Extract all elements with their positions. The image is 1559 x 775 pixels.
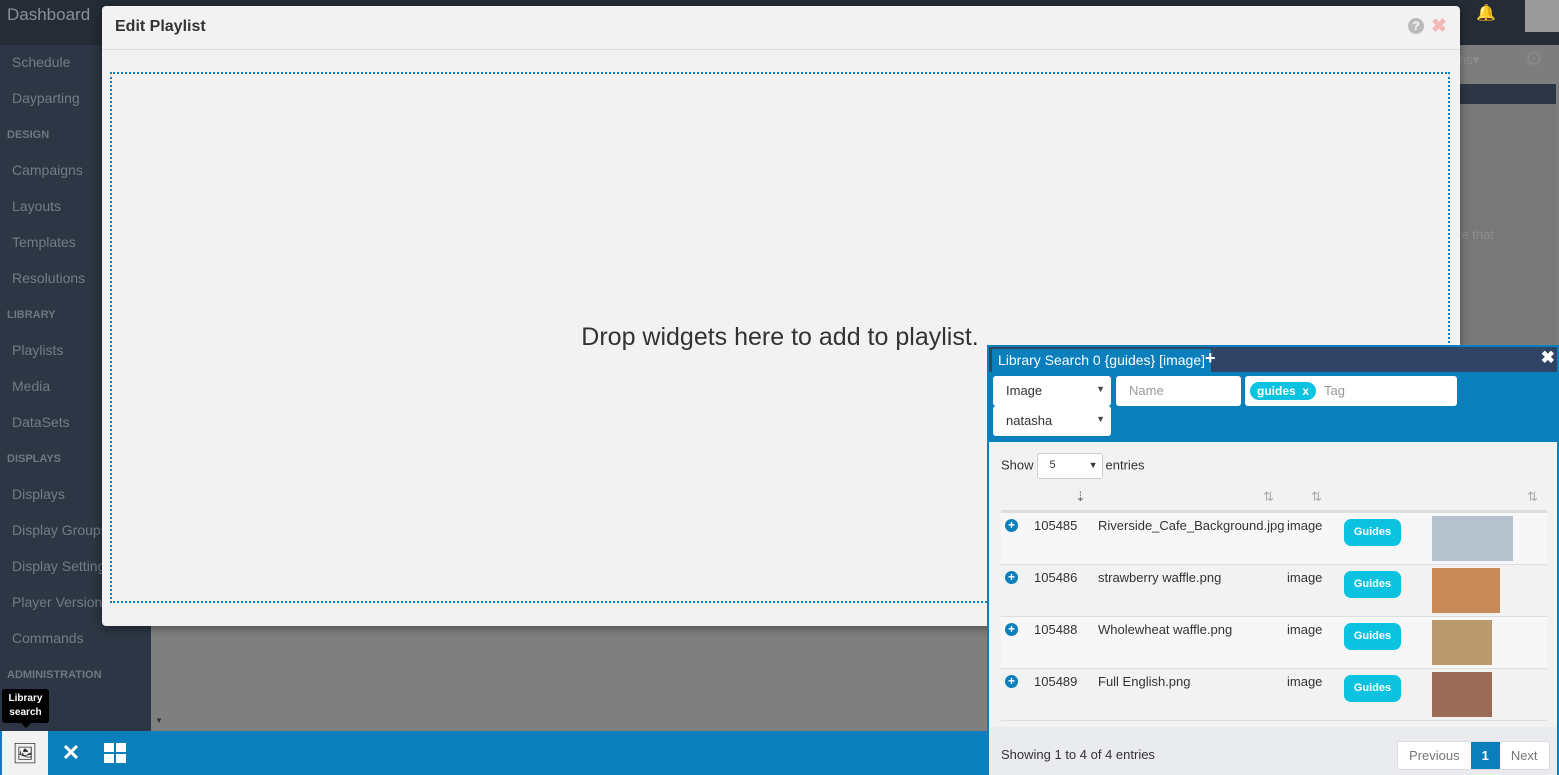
sidebar-item[interactable]: Playlists	[12, 342, 63, 358]
media-id: 105489	[1034, 674, 1078, 689]
sort-icon[interactable]: ⇅	[1263, 489, 1274, 505]
table-row: + 105488 Wholewheat waffle.png image Gui…	[1001, 617, 1547, 669]
sidebar-item[interactable]: Media	[12, 378, 50, 394]
tag-guides-button[interactable]: Guides	[1344, 519, 1401, 546]
table-header: ⇣ ⇅ ⇅ ⇅	[1001, 485, 1547, 513]
sidebar-item[interactable]: Display Groups	[12, 522, 108, 538]
tag-guides-button[interactable]: Guides	[1344, 675, 1401, 702]
library-tabs: Library Search 0 {guides} [image] + ✖	[989, 347, 1557, 372]
add-to-playlist-icon[interactable]: +	[1005, 675, 1018, 688]
brand-dashboard[interactable]: Dashboard	[7, 5, 90, 25]
add-to-playlist-icon[interactable]: +	[1005, 519, 1018, 532]
tools-button[interactable]: ✕	[48, 731, 94, 775]
avatar[interactable]	[1525, 0, 1559, 32]
sidebar-item[interactable]: Templates	[12, 234, 76, 250]
media-thumbnail[interactable]	[1432, 672, 1492, 717]
media-name: Wholewheat waffle.png	[1098, 622, 1233, 637]
media-name: strawberry waffle.png	[1098, 570, 1222, 585]
media-thumbnail[interactable]	[1432, 620, 1492, 665]
media-name: Full English.png	[1098, 674, 1191, 689]
media-name: Riverside_Cafe_Background.jpg	[1098, 518, 1285, 533]
sidebar-section-header: DISPLAYS	[7, 453, 62, 465]
add-to-playlist-icon[interactable]: +	[1005, 571, 1018, 584]
drop-zone-text: Drop widgets here to add to playlist.	[581, 323, 979, 351]
sidebar-item[interactable]: Campaigns	[12, 162, 83, 178]
sidebar-item[interactable]: Player Versions	[12, 594, 109, 610]
sidebar-item[interactable]: Commands	[12, 630, 84, 646]
sidebar-section-header: ADMINISTRATION	[7, 669, 102, 681]
media-type: image	[1287, 570, 1323, 585]
library-search-tooltip: Library search	[2, 689, 49, 728]
next-button[interactable]: Next	[1499, 742, 1549, 769]
sort-asc-icon[interactable]: ⇣	[1075, 489, 1086, 505]
library-search-tab[interactable]: Library Search 0 {guides} [image]	[992, 349, 1212, 372]
sidebar-item[interactable]: DataSets	[12, 414, 70, 430]
sort-icon[interactable]: ⇅	[1311, 489, 1322, 505]
tag-pill-label: guides	[1257, 384, 1296, 398]
media-id: 105488	[1034, 622, 1078, 637]
media-type: image	[1287, 674, 1323, 689]
add-tab-icon[interactable]: +	[1205, 348, 1216, 369]
close-panel-icon[interactable]: ✖	[1541, 348, 1555, 368]
chevron-down-icon: ▼	[1096, 414, 1105, 424]
tag-pill-guides: guides x	[1250, 382, 1317, 400]
type-select[interactable]: Image ▼	[993, 376, 1111, 406]
sidebar-item[interactable]: Displays	[12, 486, 65, 502]
tag-guides-button[interactable]: Guides	[1344, 623, 1401, 650]
entries-label: entries	[1105, 457, 1145, 473]
gear-icon[interactable]: ⚙	[1524, 46, 1544, 72]
background-panel	[1460, 84, 1556, 344]
sidebar-section-header: LIBRARY	[7, 309, 56, 321]
tag-input[interactable]: guides x Tag	[1245, 376, 1457, 406]
sidebar-item[interactable]: Layouts	[12, 198, 61, 214]
scroll-down-arrow[interactable]: ▼	[155, 716, 163, 725]
sidebar-item[interactable]: Schedule	[12, 54, 70, 70]
chevron-down-icon: ▼	[1096, 384, 1105, 394]
close-icon[interactable]: ✖	[1431, 15, 1447, 38]
page-size-value: 5	[1049, 459, 1056, 471]
tag-placeholder: Tag	[1324, 383, 1345, 398]
sidebar-item[interactable]: Display Settings	[12, 558, 112, 574]
table-row: + 105489 Full English.png image Guides	[1001, 669, 1547, 721]
library-search-panel: Library Search 0 {guides} [image] + ✖ Im…	[987, 345, 1559, 775]
media-id: 105485	[1034, 518, 1078, 533]
bell-icon[interactable]: 🔔	[1476, 3, 1496, 22]
tools-icon: ✕	[61, 740, 81, 765]
modal-header: Edit Playlist ? ✖	[102, 6, 1460, 50]
media-id: 105486	[1034, 570, 1078, 585]
pagination: Previous 1 Next	[1397, 741, 1550, 770]
sidebar-section-header: DESIGN	[7, 129, 50, 141]
page-1-button[interactable]: 1	[1470, 742, 1500, 769]
table-summary: Showing 1 to 4 of 4 entries	[1001, 747, 1155, 762]
chevron-down-icon: ▼	[1088, 460, 1098, 470]
tag-remove-button[interactable]: x	[1302, 384, 1309, 398]
page-size-select[interactable]: 5 ▼	[1036, 453, 1103, 479]
modal-title: Edit Playlist	[115, 18, 206, 35]
show-label: Show	[1001, 457, 1034, 473]
sidebar-item[interactable]: Dayparting	[12, 90, 80, 106]
add-to-playlist-icon[interactable]: +	[1005, 623, 1018, 636]
media-thumbnail[interactable]	[1432, 568, 1500, 613]
owner-select[interactable]: natasha ▼	[993, 406, 1111, 436]
name-input[interactable]: Name	[1116, 376, 1241, 406]
table-row: + 105485 Riverside_Cafe_Background.jpg i…	[1001, 513, 1547, 565]
table-row: + 105486 strawberry waffle.png image Gui…	[1001, 565, 1547, 617]
help-icon[interactable]: ?	[1408, 18, 1424, 34]
tag-guides-button[interactable]: Guides	[1344, 571, 1401, 598]
owner-select-value: natasha	[1006, 413, 1053, 428]
grid-icon	[104, 743, 126, 763]
library-search-icon: 🖼	[12, 742, 38, 765]
table-footer: Showing 1 to 4 of 4 entries Previous 1 N…	[989, 727, 1557, 775]
previous-button[interactable]: Previous	[1398, 742, 1471, 769]
layout-button[interactable]	[92, 731, 138, 775]
page-size-control: Show 5 ▼ entries	[1001, 453, 1145, 479]
media-thumbnail[interactable]	[1432, 516, 1513, 561]
media-type: image	[1287, 518, 1323, 533]
sort-icon[interactable]: ⇅	[1527, 489, 1538, 505]
library-filters: Image ▼ Name guides x Tag natasha ▼	[989, 372, 1557, 442]
sidebar-item[interactable]: Resolutions	[12, 270, 85, 286]
media-type: image	[1287, 622, 1323, 637]
library-search-button[interactable]: 🖼	[2, 731, 48, 775]
type-select-value: Image	[1006, 383, 1043, 398]
